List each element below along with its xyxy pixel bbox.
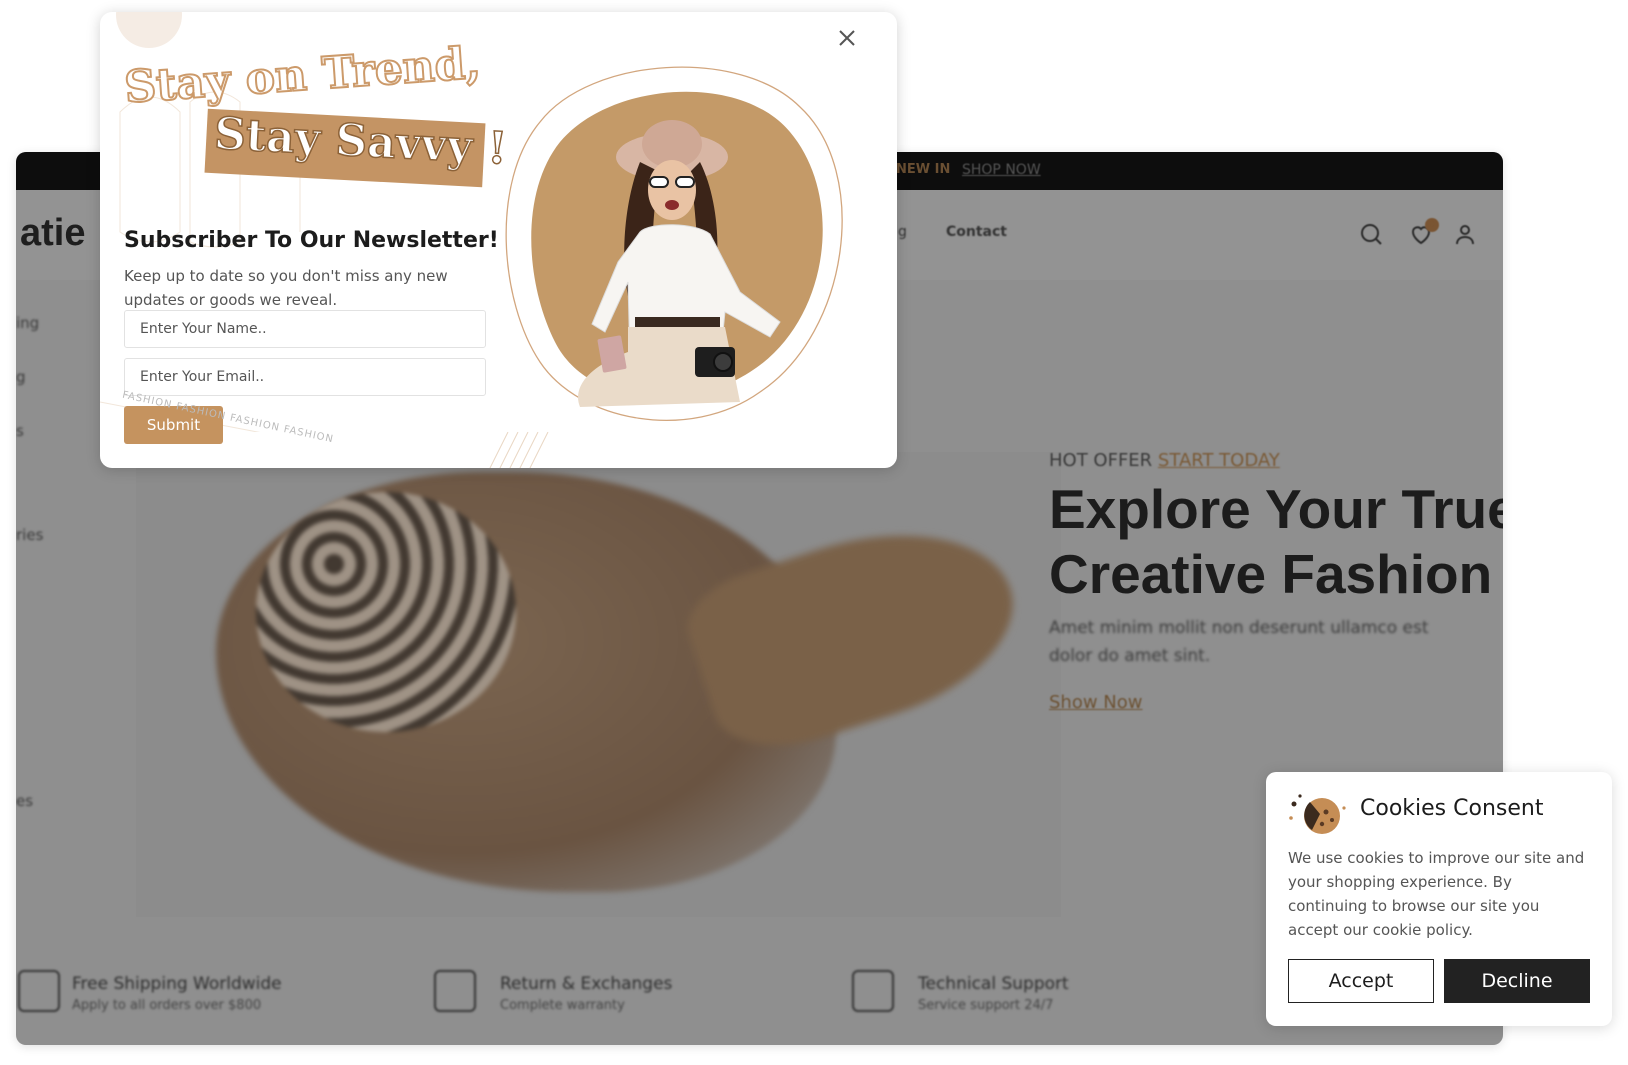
hero-tagline-prefix: HOT OFFER [1049,450,1153,471]
support-icon [852,970,894,1012]
cookie-title: Cookies Consent [1360,796,1544,821]
hero-description: Amet minim mollit non deserunt ullamco e… [1049,614,1469,670]
newsletter-title: Subscriber To Our Newsletter! [124,228,499,253]
return-icon [434,970,476,1012]
feature-title: Return & Exchanges [500,974,673,994]
hero-description-line1: Amet minim mollit non deserunt ullamco e… [1049,618,1429,638]
feature-support: Technical Support Service support 24/7 [918,974,1069,1013]
nav-item-contact[interactable]: Contact [946,224,1007,240]
sidebar-item[interactable]: ries [16,526,43,544]
site-logo[interactable]: atie [20,212,85,255]
sidebar-item[interactable]: ing [16,314,39,332]
feature-title: Technical Support [918,974,1069,994]
cookie-consent-dialog: Cookies Consent We use cookies to improv… [1266,772,1612,1026]
model-photo [505,66,843,421]
hero-description-line2: dolor do amet sint. [1049,646,1211,666]
accept-cookies-button[interactable]: Accept [1288,959,1434,1003]
hero-image [136,452,1061,917]
email-input[interactable] [124,358,486,396]
wishlist-count-badge: 0 [1425,218,1439,232]
feature-title: Free Shipping Worldwide [72,974,282,994]
feature-subtitle: Complete warranty [500,998,625,1013]
sidebar-item[interactable]: es [16,792,33,810]
cookie-description: We use cookies to improve our site and y… [1288,849,1585,939]
promo-badge: NEW IN [896,162,951,177]
hero-tagline: HOT OFFER START TODAY [1049,450,1280,471]
close-icon[interactable] [835,26,859,50]
newsletter-description: Keep up to date so you don't miss any ne… [124,267,448,309]
shop-now-link[interactable]: SHOP NOW [962,162,1041,178]
decor-circle [116,12,182,48]
hero-title: Explore Your True Creative Fashion [1049,477,1503,607]
search-icon[interactable] [1359,222,1383,246]
feature-subtitle: Apply to all orders over $800 [72,998,262,1013]
name-input[interactable] [124,310,486,348]
feature-returns: Return & Exchanges Complete warranty [500,974,672,1013]
sidebar-item[interactable]: g [16,368,26,386]
feature-subtitle: Service support 24/7 [918,998,1054,1013]
sidebar-item[interactable]: s [16,422,24,440]
cookie-icon [1289,794,1346,834]
hero-title-line2: Creative Fashion [1049,543,1493,605]
nav-item-partial[interactable]: g [898,224,907,240]
user-icon[interactable] [1453,222,1477,246]
decline-cookies-button[interactable]: Decline [1444,959,1590,1003]
hero-title-line1: Explore Your True [1049,478,1503,540]
newsletter-modal: Stay on Trend, Stay Savvy ! Subscriber T… [100,12,897,468]
feature-shipping: Free Shipping Worldwide Apply to all ord… [72,974,282,1013]
hero-shop-now-link[interactable]: Show Now [1049,692,1143,713]
hero-tagline-link[interactable]: START TODAY [1158,450,1280,471]
shipping-icon [18,970,60,1012]
